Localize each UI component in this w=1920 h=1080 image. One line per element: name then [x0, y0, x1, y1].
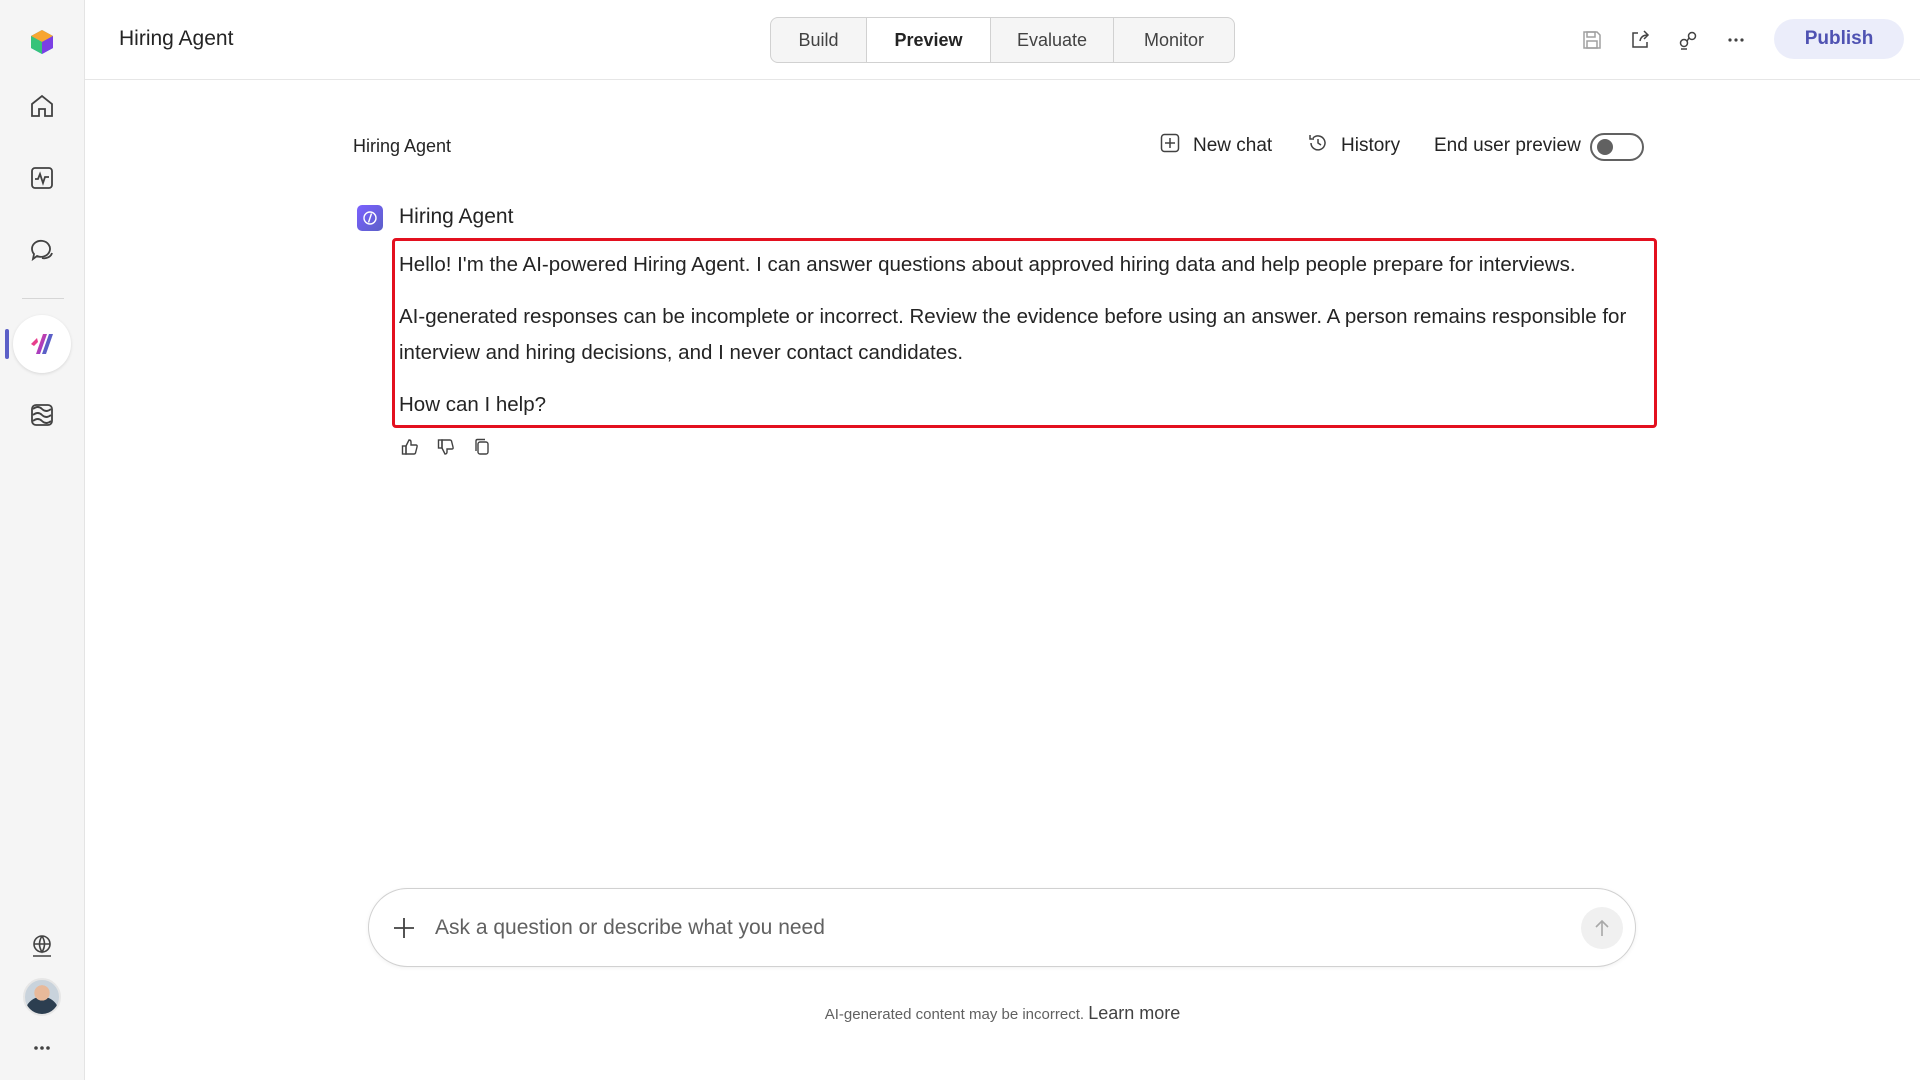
top-bar: Hiring Agent Build Preview Evaluate Moni…: [85, 0, 1920, 80]
copy-icon[interactable]: [471, 436, 493, 458]
tab-monitor[interactable]: Monitor: [1114, 18, 1234, 62]
agent-builder-icon[interactable]: [13, 315, 71, 373]
end-user-preview-label: End user preview: [1434, 135, 1581, 156]
share-icon[interactable]: [1622, 22, 1658, 58]
app-title: Hiring Agent: [119, 27, 234, 50]
message-sender: Hiring Agent: [399, 205, 514, 228]
toolbar-icons: [1574, 22, 1754, 58]
tab-build[interactable]: Build: [771, 18, 867, 62]
agent-avatar-icon: [357, 205, 383, 231]
active-indicator: [5, 329, 9, 359]
connections-icon[interactable]: [1670, 22, 1706, 58]
end-user-preview-toggle[interactable]: [1590, 133, 1644, 161]
left-rail: [0, 0, 85, 1080]
message-feedback-bar: [399, 436, 493, 458]
new-chat-button[interactable]: New chat: [1159, 130, 1272, 162]
home-icon[interactable]: [20, 84, 64, 128]
app-logo-icon[interactable]: [20, 20, 64, 64]
message-composer: [368, 888, 1636, 967]
ai-disclaimer: AI-generated content may be incorrect. L…: [0, 1003, 1920, 1024]
add-attachment-icon[interactable]: [391, 915, 417, 941]
rail-divider: [22, 298, 64, 299]
thumbs-down-icon[interactable]: [435, 436, 457, 458]
activity-icon[interactable]: [20, 156, 64, 200]
environment-globe-icon[interactable]: [20, 924, 64, 968]
tab-preview[interactable]: Preview: [867, 18, 991, 62]
chat-input[interactable]: [435, 909, 1535, 947]
toggle-knob: [1597, 139, 1613, 155]
tab-evaluate[interactable]: Evaluate: [991, 18, 1114, 62]
history-button[interactable]: History: [1307, 130, 1400, 162]
message-paragraph-2: AI-generated responses can be incomplete…: [399, 305, 1627, 364]
save-icon[interactable]: [1574, 22, 1610, 58]
new-chat-icon: [1159, 132, 1181, 160]
history-label: History: [1341, 135, 1401, 156]
more-icon[interactable]: [20, 1033, 64, 1063]
mode-tabs: Build Preview Evaluate Monitor: [770, 17, 1235, 63]
send-arrow-icon: [1595, 919, 1609, 936]
flows-icon[interactable]: [20, 393, 64, 437]
thumbs-up-icon[interactable]: [399, 436, 421, 458]
message-paragraph-1: Hello! I'm the AI-powered Hiring Agent. …: [399, 253, 1576, 276]
send-button[interactable]: [1581, 907, 1623, 949]
chat-icon[interactable]: [20, 228, 64, 272]
chat-panel-title: Hiring Agent: [353, 136, 452, 156]
new-chat-label: New chat: [1193, 135, 1273, 156]
more-options-icon[interactable]: [1718, 22, 1754, 58]
history-icon: [1307, 132, 1329, 160]
message-paragraph-3: How can I help?: [399, 393, 547, 416]
disclaimer-text: AI-generated content may be incorrect.: [824, 1006, 1085, 1023]
learn-more-link[interactable]: Learn more: [1088, 1003, 1180, 1023]
publish-button[interactable]: Publish: [1774, 19, 1904, 59]
